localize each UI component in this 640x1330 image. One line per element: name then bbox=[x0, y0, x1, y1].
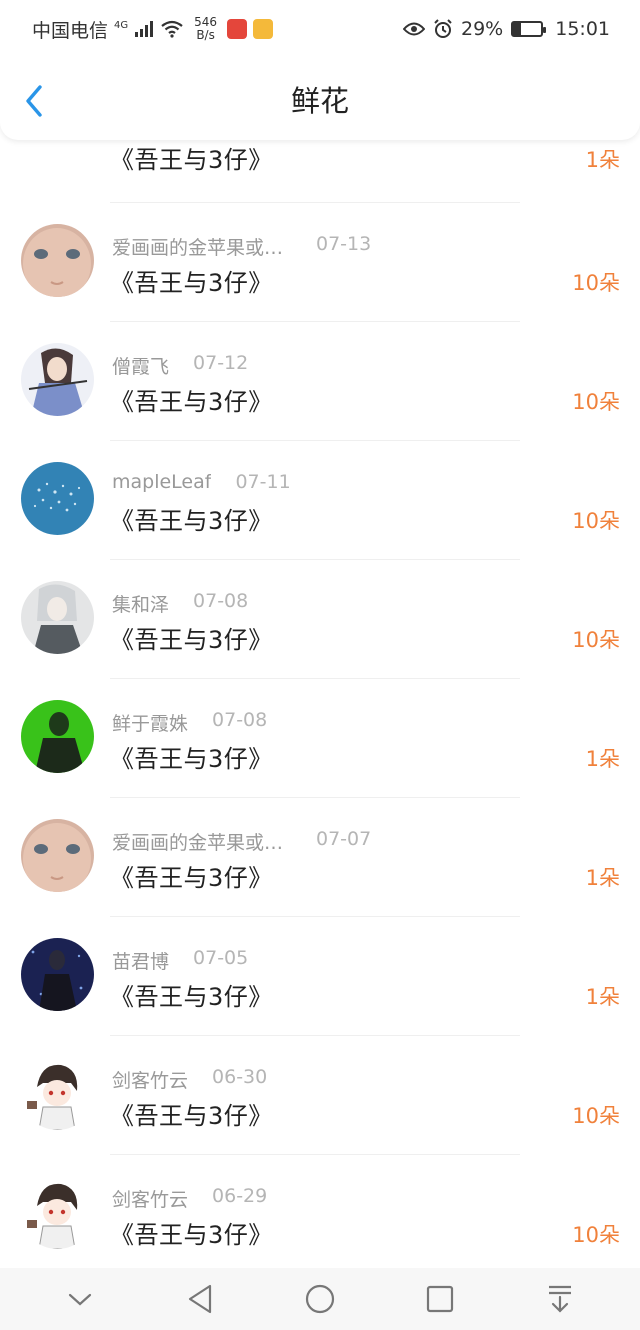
item-meta: 集和泽 07-08 bbox=[112, 590, 248, 617]
alarm-icon bbox=[434, 19, 452, 38]
nav-home-button[interactable] bbox=[298, 1277, 342, 1321]
signal-icon bbox=[135, 21, 154, 37]
book-title: 《吾王与3仔》 bbox=[110, 864, 273, 892]
eye-icon bbox=[403, 22, 425, 36]
user-name[interactable]: 爱画画的金苹果或… bbox=[112, 233, 292, 260]
user-name[interactable]: mapleLeaf bbox=[112, 471, 211, 493]
flower-count: 10朵 bbox=[572, 1104, 620, 1128]
nav-back-button[interactable] bbox=[178, 1277, 222, 1321]
item-meta: 爱画画的金苹果或… 07-07 bbox=[112, 828, 371, 855]
avatar[interactable] bbox=[21, 1176, 94, 1249]
battery-icon bbox=[511, 21, 547, 37]
item-date: 06-29 bbox=[212, 1185, 268, 1207]
list-item[interactable]: 爱画画的金苹果或… 07-13 《吾王与3仔》 10朵 bbox=[0, 203, 640, 322]
list-item[interactable]: 剑客竹云 06-29 《吾王与3仔》 10朵 bbox=[0, 1155, 640, 1274]
avatar[interactable] bbox=[21, 700, 94, 773]
item-meta: 鲜于霞姝 07-08 bbox=[112, 709, 267, 736]
net-speed-unit: B/s bbox=[196, 28, 215, 42]
flower-list: 《吾王与3仔》 1朵 爱画画的金苹果或… 07-13 《吾王与3仔》 10朵 僧… bbox=[0, 65, 640, 1274]
item-date: 07-05 bbox=[193, 947, 249, 969]
item-date: 07-12 bbox=[193, 352, 249, 374]
avatar[interactable] bbox=[21, 1057, 94, 1130]
home-circle-icon bbox=[305, 1284, 335, 1314]
flower-count: 1朵 bbox=[585, 866, 620, 890]
flower-count: 1朵 bbox=[585, 985, 620, 1009]
header-bar: 鲜花 bbox=[0, 58, 640, 140]
list-item[interactable]: 爱画画的金苹果或… 07-07 《吾王与3仔》 1朵 bbox=[0, 798, 640, 917]
chevron-down-icon bbox=[68, 1293, 92, 1306]
screen: 中国电信 4G 546 B/s 29% 15:01 鲜花 《吾王与3仔》 1朵 … bbox=[0, 0, 640, 1330]
book-title: 《吾王与3仔》 bbox=[110, 388, 273, 416]
list-item[interactable]: mapleLeaf 07-11 《吾王与3仔》 10朵 bbox=[0, 441, 640, 560]
app-notification-icon bbox=[227, 19, 248, 39]
item-meta: mapleLeaf 07-11 bbox=[112, 471, 291, 493]
book-title: 《吾王与3仔》 bbox=[110, 146, 273, 174]
list-item[interactable]: 集和泽 07-08 《吾王与3仔》 10朵 bbox=[0, 560, 640, 679]
user-name[interactable]: 苗君博 bbox=[112, 947, 169, 974]
avatar[interactable] bbox=[21, 938, 94, 1011]
item-date: 07-08 bbox=[193, 590, 249, 612]
flower-count: 10朵 bbox=[572, 390, 620, 414]
user-name[interactable]: 剑客竹云 bbox=[112, 1066, 188, 1093]
item-date: 06-30 bbox=[212, 1066, 268, 1088]
system-nav-bar bbox=[0, 1268, 640, 1330]
book-title: 《吾王与3仔》 bbox=[110, 745, 273, 773]
flower-count: 10朵 bbox=[572, 509, 620, 533]
item-meta: 剑客竹云 06-30 bbox=[112, 1066, 267, 1093]
item-meta: 苗君博 07-05 bbox=[112, 947, 248, 974]
book-title: 《吾王与3仔》 bbox=[110, 507, 273, 535]
flower-count: 1朵 bbox=[585, 747, 620, 771]
flower-count: 10朵 bbox=[572, 628, 620, 652]
item-date: 07-13 bbox=[316, 233, 372, 255]
list-item[interactable]: 鲜于霞姝 07-08 《吾王与3仔》 1朵 bbox=[0, 679, 640, 798]
hide-nav-button[interactable] bbox=[58, 1277, 102, 1321]
avatar[interactable] bbox=[21, 224, 94, 297]
item-date: 07-07 bbox=[316, 828, 372, 850]
book-title: 《吾王与3仔》 bbox=[110, 626, 273, 654]
wifi-icon bbox=[161, 20, 183, 38]
net-speed: 546 B/s bbox=[194, 16, 217, 42]
item-meta: 剑客竹云 06-29 bbox=[112, 1185, 267, 1212]
item-date: 07-08 bbox=[212, 709, 268, 731]
list-item[interactable]: 僧霞飞 07-12 《吾王与3仔》 10朵 bbox=[0, 322, 640, 441]
user-name[interactable]: 僧霞飞 bbox=[112, 352, 169, 379]
user-name[interactable]: 鲜于霞姝 bbox=[112, 709, 188, 736]
battery-level bbox=[513, 23, 522, 35]
item-meta: 僧霞飞 07-12 bbox=[112, 352, 248, 379]
status-bar: 中国电信 4G 546 B/s 29% 15:01 bbox=[0, 0, 640, 58]
back-button[interactable] bbox=[20, 84, 50, 118]
item-date: 07-11 bbox=[235, 471, 291, 493]
flower-count: 1朵 bbox=[585, 148, 620, 172]
book-title: 《吾王与3仔》 bbox=[110, 269, 273, 297]
page-title: 鲜花 bbox=[290, 84, 349, 118]
user-name[interactable]: 集和泽 bbox=[112, 590, 169, 617]
avatar[interactable] bbox=[21, 581, 94, 654]
carrier-label: 中国电信 bbox=[32, 19, 109, 42]
flower-count: 10朵 bbox=[572, 1223, 620, 1247]
list-item[interactable]: 剑客竹云 06-30 《吾王与3仔》 10朵 bbox=[0, 1036, 640, 1155]
clock: 15:01 bbox=[555, 18, 610, 40]
avatar[interactable] bbox=[21, 462, 94, 535]
book-title: 《吾王与3仔》 bbox=[110, 983, 273, 1011]
battery-percent: 29% bbox=[461, 18, 504, 40]
user-name[interactable]: 爱画画的金苹果或… bbox=[112, 828, 292, 855]
notification-pull-icon bbox=[549, 1285, 571, 1313]
back-triangle-icon bbox=[188, 1284, 212, 1314]
recents-square-icon bbox=[426, 1285, 454, 1313]
book-title: 《吾王与3仔》 bbox=[110, 1221, 273, 1249]
network-type: 4G bbox=[114, 19, 129, 31]
book-title: 《吾王与3仔》 bbox=[110, 1102, 273, 1130]
avatar[interactable] bbox=[21, 819, 94, 892]
nav-recents-button[interactable] bbox=[418, 1277, 462, 1321]
list-item[interactable]: 苗君博 07-05 《吾王与3仔》 1朵 bbox=[0, 917, 640, 1036]
avatar[interactable] bbox=[21, 343, 94, 416]
chevron-left-icon bbox=[26, 85, 42, 117]
item-meta: 爱画画的金苹果或… 07-13 bbox=[112, 233, 371, 260]
nav-notification-button[interactable] bbox=[538, 1277, 582, 1321]
mail-notification-icon bbox=[253, 19, 274, 39]
user-name[interactable]: 剑客竹云 bbox=[112, 1185, 188, 1212]
flower-count: 10朵 bbox=[572, 271, 620, 295]
